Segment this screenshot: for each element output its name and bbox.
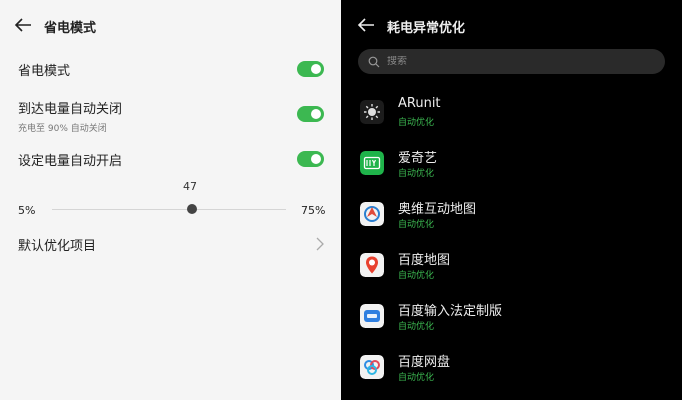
default-optimization-items[interactable]: 默认优化项目 bbox=[18, 235, 324, 255]
app-name: 百度输入法定制版 bbox=[398, 304, 503, 319]
power-saving-toggle[interactable] bbox=[297, 61, 324, 77]
iqiyi-icon bbox=[360, 151, 384, 175]
page-title: 耗电异常优化 bbox=[387, 21, 466, 36]
setting-auto-on: 设定电量自动开启 bbox=[18, 150, 324, 170]
app-name: ARunit bbox=[398, 96, 441, 111]
search-bar[interactable] bbox=[358, 49, 665, 74]
auto-on-toggle[interactable] bbox=[297, 151, 324, 167]
arunit-icon bbox=[360, 100, 384, 124]
app-item-arunit[interactable]: ARunit 自动优化 bbox=[360, 94, 660, 134]
app-status: 自动优化 bbox=[398, 169, 435, 179]
ovital-map-icon bbox=[360, 202, 384, 226]
chevron-right-icon bbox=[316, 237, 324, 251]
setting-description: 充电至 90% 自动关闭 bbox=[18, 124, 107, 134]
baidu-netdisk-icon bbox=[360, 355, 384, 379]
app-status: 自动优化 bbox=[398, 373, 435, 383]
app-item-ovital-map[interactable]: 奥维互动地图 自动优化 bbox=[360, 196, 660, 236]
toggle-knob bbox=[311, 154, 321, 164]
slider-max-label: 75% bbox=[301, 204, 326, 217]
app-status: 自动优化 bbox=[398, 118, 435, 128]
app-name: 爱奇艺 bbox=[398, 151, 438, 166]
app-item-iqiyi[interactable]: 爱奇艺 自动优化 bbox=[360, 145, 660, 185]
app-item-baidu-map[interactable]: 百度地图 自动优化 bbox=[360, 247, 660, 287]
slider-min-label: 5% bbox=[18, 204, 36, 217]
toggle-knob bbox=[311, 109, 321, 119]
baidu-map-icon bbox=[360, 253, 384, 277]
power-saving-panel: 省电模式 省电模式 到达电量自动关闭 充电至 90% 自动关闭 设定电量自动开启… bbox=[0, 0, 341, 400]
search-icon bbox=[368, 56, 380, 67]
setting-label: 到达电量自动关闭 bbox=[18, 102, 123, 117]
search-input[interactable] bbox=[387, 56, 627, 67]
app-item-baidu-netdisk[interactable]: 百度网盘 自动优化 bbox=[360, 349, 660, 389]
setting-label: 设定电量自动开启 bbox=[18, 154, 123, 169]
setting-auto-off: 到达电量自动关闭 充电至 90% 自动关闭 bbox=[18, 98, 324, 134]
app-status: 自动优化 bbox=[398, 220, 435, 230]
app-name: 奥维互动地图 bbox=[398, 202, 477, 217]
abnormal-power-optimization-panel: 耗电异常优化 ARunit 自动优化 爱奇艺 自动优化 bbox=[341, 0, 682, 400]
app-name: 百度网盘 bbox=[398, 355, 451, 370]
app-status: 自动优化 bbox=[398, 271, 435, 281]
setting-label: 省电模式 bbox=[18, 64, 71, 79]
battery-threshold-slider-track[interactable] bbox=[52, 209, 286, 210]
battery-threshold-slider-thumb[interactable] bbox=[187, 204, 198, 214]
back-arrow-icon[interactable] bbox=[14, 17, 32, 33]
app-status: 自动优化 bbox=[398, 322, 435, 332]
toggle-knob bbox=[311, 64, 321, 74]
app-item-baidu-input[interactable]: 百度输入法定制版 自动优化 bbox=[360, 298, 660, 338]
setting-label: 默认优化项目 bbox=[18, 239, 97, 254]
auto-off-toggle[interactable] bbox=[297, 106, 324, 122]
slider-value: 47 bbox=[183, 180, 197, 193]
page-title: 省电模式 bbox=[44, 21, 97, 36]
baidu-input-icon bbox=[360, 304, 384, 328]
setting-power-saving: 省电模式 bbox=[18, 60, 324, 80]
back-arrow-icon[interactable] bbox=[357, 17, 375, 33]
app-name: 百度地图 bbox=[398, 253, 451, 268]
